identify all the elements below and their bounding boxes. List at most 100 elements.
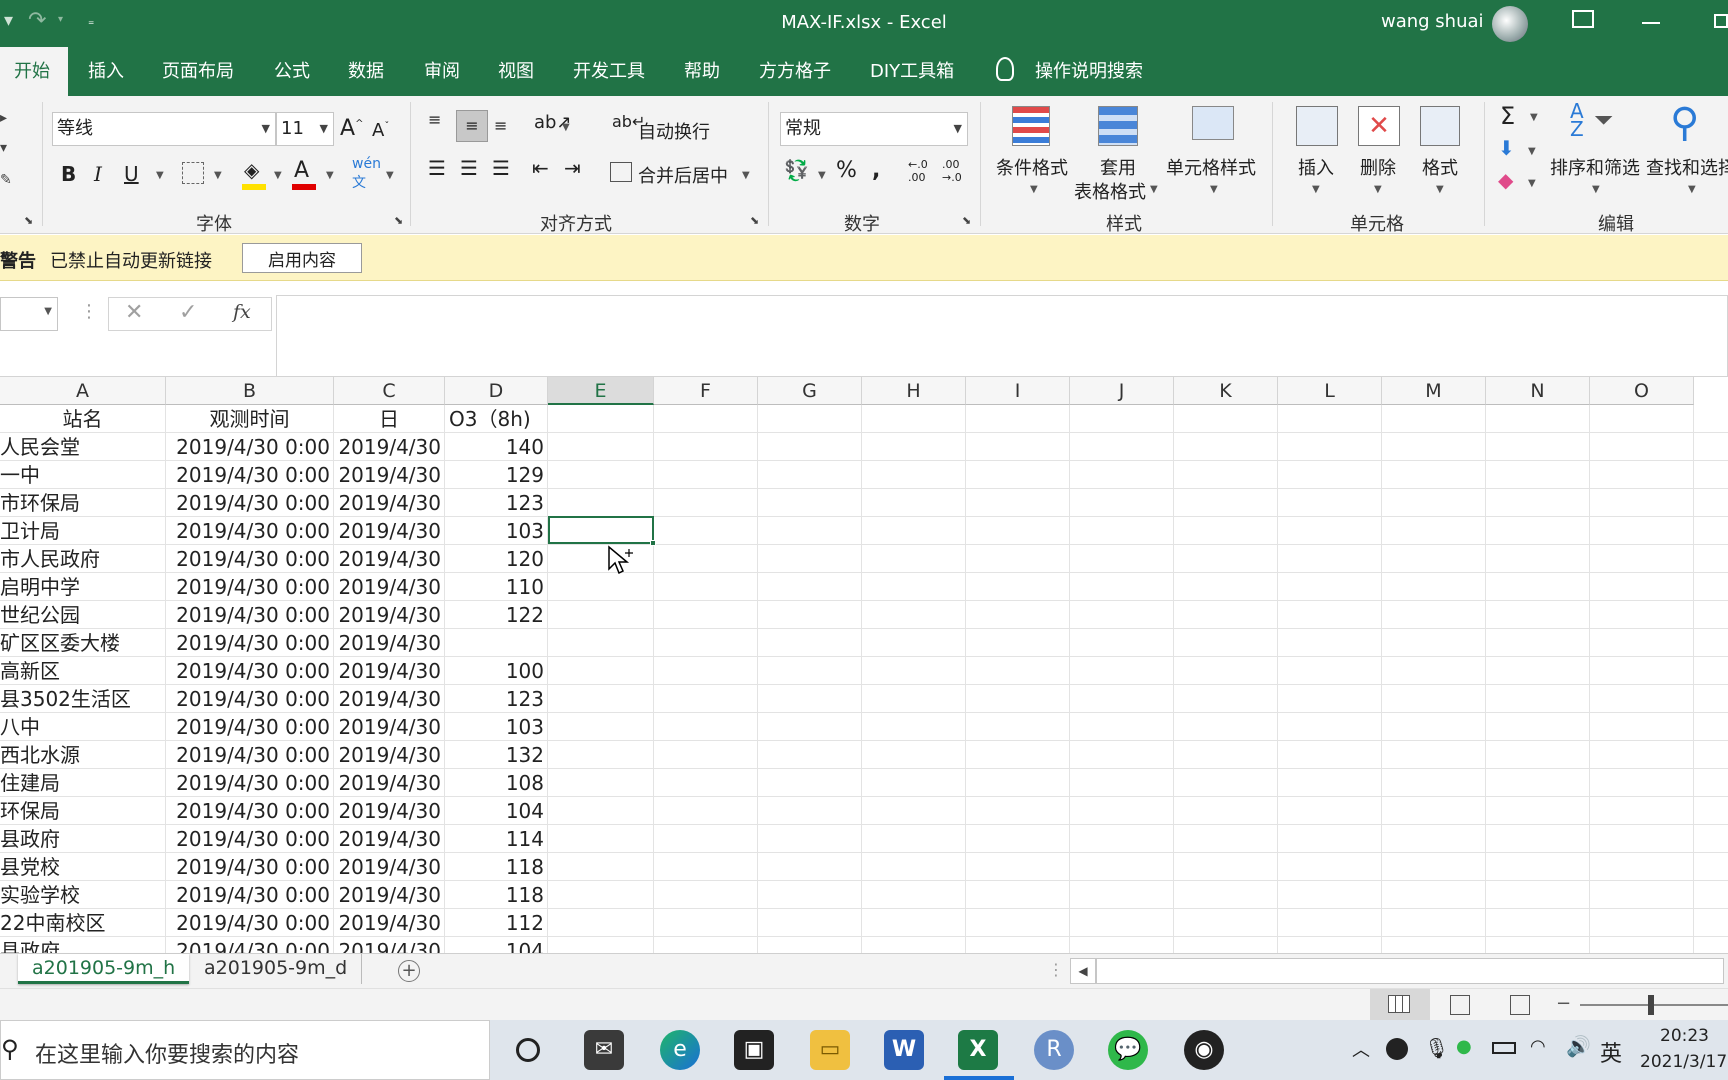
accounting-format-icon[interactable]: 💱 (784, 158, 809, 182)
tab-data[interactable]: 数据 (348, 47, 384, 96)
cell-h[interactable] (862, 769, 966, 797)
cell-b[interactable]: 2019/4/30 0:00 (166, 489, 334, 517)
cell-e[interactable] (548, 657, 654, 685)
cell-l[interactable] (1278, 601, 1382, 629)
cell-h[interactable] (862, 797, 966, 825)
insert-function-button[interactable]: fx (233, 301, 251, 323)
cell-j[interactable] (1070, 853, 1174, 881)
cell-a[interactable]: 县3502生活区 (0, 685, 166, 713)
cell-c[interactable]: 2019/4/30 (334, 573, 445, 601)
cell-a[interactable]: 高新区 (0, 657, 166, 685)
cell-n[interactable] (1486, 545, 1590, 573)
cell-f[interactable] (654, 797, 758, 825)
cell-m[interactable] (1382, 433, 1486, 461)
cell-a[interactable]: 市环保局 (0, 489, 166, 517)
tray-clock-date[interactable]: 2021/3/17 (1640, 1052, 1727, 1072)
find-select-button[interactable]: 查找和选择 (1646, 154, 1728, 180)
cell-i[interactable] (966, 741, 1070, 769)
cell-o[interactable] (1590, 545, 1694, 573)
cell-f[interactable] (654, 545, 758, 573)
cell-c[interactable]: 2019/4/30 (334, 937, 445, 953)
tab-developer[interactable]: 开发工具 (573, 47, 645, 96)
format-cells-button[interactable]: 格式 (1422, 154, 1458, 180)
cell-k[interactable] (1174, 769, 1278, 797)
cell-e[interactable] (548, 797, 654, 825)
cell-h[interactable] (862, 405, 966, 433)
tray-wechat-icon[interactable]: ● (1456, 1036, 1472, 1057)
cell-h[interactable] (862, 629, 966, 657)
cell-j[interactable] (1070, 433, 1174, 461)
cell-g[interactable] (758, 489, 862, 517)
cell-o[interactable] (1590, 601, 1694, 629)
tray-wifi-icon[interactable]: ◠ (1530, 1036, 1546, 1057)
cell-c[interactable]: 2019/4/30 (334, 433, 445, 461)
chevron-down-icon[interactable]: ▼ (386, 170, 394, 181)
cell-b[interactable]: 2019/4/30 0:00 (166, 853, 334, 881)
cell-d[interactable] (445, 629, 548, 657)
cell-a[interactable]: 县政府 (0, 937, 166, 953)
column-header-m[interactable]: M (1382, 377, 1486, 405)
cell-b[interactable]: 2019/4/30 0:00 (166, 825, 334, 853)
decrease-indent-icon[interactable]: ⇤ (532, 156, 549, 180)
tray-mic-icon[interactable]: 🎙 (1424, 1036, 1449, 1060)
cell-g[interactable] (758, 797, 862, 825)
cell-m[interactable] (1382, 405, 1486, 433)
cell-i[interactable] (966, 769, 1070, 797)
cell-h[interactable] (862, 685, 966, 713)
store-icon[interactable]: ▣ (734, 1030, 774, 1070)
align-center-icon[interactable]: ☰ (460, 156, 478, 180)
cell-d[interactable]: 118 (445, 853, 548, 881)
cell-f[interactable] (654, 405, 758, 433)
cell-b[interactable]: 2019/4/30 0:00 (166, 797, 334, 825)
cell-m[interactable] (1382, 713, 1486, 741)
column-header-b[interactable]: B (166, 377, 334, 405)
cell-l[interactable] (1278, 545, 1382, 573)
cell-e[interactable] (548, 405, 654, 433)
cell-k[interactable] (1174, 797, 1278, 825)
number-launcher-icon[interactable]: ⬊ (962, 214, 971, 227)
cell-h[interactable] (862, 909, 966, 937)
cell-b[interactable]: 2019/4/30 0:00 (166, 741, 334, 769)
cell-e[interactable] (548, 853, 654, 881)
cell-c[interactable]: 2019/4/30 (334, 517, 445, 545)
cell-b[interactable]: 2019/4/30 0:00 (166, 713, 334, 741)
cell-c[interactable]: 2019/4/30 (334, 545, 445, 573)
filter-funnel-icon[interactable]: ⏷ (1594, 106, 1613, 134)
add-sheet-icon[interactable]: + (398, 960, 420, 982)
cell-a[interactable]: 矿区区委大楼 (0, 629, 166, 657)
cell-b[interactable]: 2019/4/30 0:00 (166, 573, 334, 601)
tab-fangfangezi[interactable]: 方方格子 (759, 47, 831, 96)
cell-f[interactable] (654, 937, 758, 953)
sheet-tab-active[interactable]: a201905-9m_h (18, 954, 190, 984)
chevron-down-icon[interactable]: ▼ (326, 170, 334, 181)
cell-e[interactable] (548, 573, 654, 601)
cell-l[interactable] (1278, 909, 1382, 937)
enter-icon[interactable]: ✓ (179, 300, 197, 325)
copy-icon[interactable]: ▾ (0, 140, 7, 156)
cell-e[interactable] (548, 713, 654, 741)
cell-o[interactable] (1590, 629, 1694, 657)
percent-icon[interactable]: % (836, 158, 857, 183)
worksheet-grid[interactable]: ABCDEFGHIJKLMNO 站名 观测时间日 O3（8h) 人民会堂 2019/4/… (0, 377, 1728, 953)
tab-formulas[interactable]: 公式 (274, 47, 310, 96)
wechat-icon[interactable]: 💬 (1108, 1030, 1148, 1070)
cell-n[interactable] (1486, 825, 1590, 853)
cell-l[interactable] (1278, 489, 1382, 517)
cell-l[interactable] (1278, 713, 1382, 741)
formula-input[interactable] (276, 295, 1728, 377)
cell-g[interactable] (758, 713, 862, 741)
cell-a[interactable]: 西北水源 (0, 741, 166, 769)
cell-d[interactable]: O3（8h) (445, 405, 548, 433)
search-icon[interactable]: ⚲ (1670, 100, 1699, 146)
cell-i[interactable] (966, 881, 1070, 909)
column-header-f[interactable]: F (654, 377, 758, 405)
font-launcher-icon[interactable]: ⬊ (394, 214, 403, 227)
cell-m[interactable] (1382, 461, 1486, 489)
delete-cells-button[interactable]: 删除 (1360, 154, 1396, 180)
fill-handle[interactable] (650, 540, 656, 546)
italic-icon[interactable]: I (94, 162, 102, 186)
cell-l[interactable] (1278, 629, 1382, 657)
cell-e[interactable] (548, 769, 654, 797)
tab-page-layout[interactable]: 页面布局 (162, 47, 234, 96)
cell-k[interactable] (1174, 573, 1278, 601)
